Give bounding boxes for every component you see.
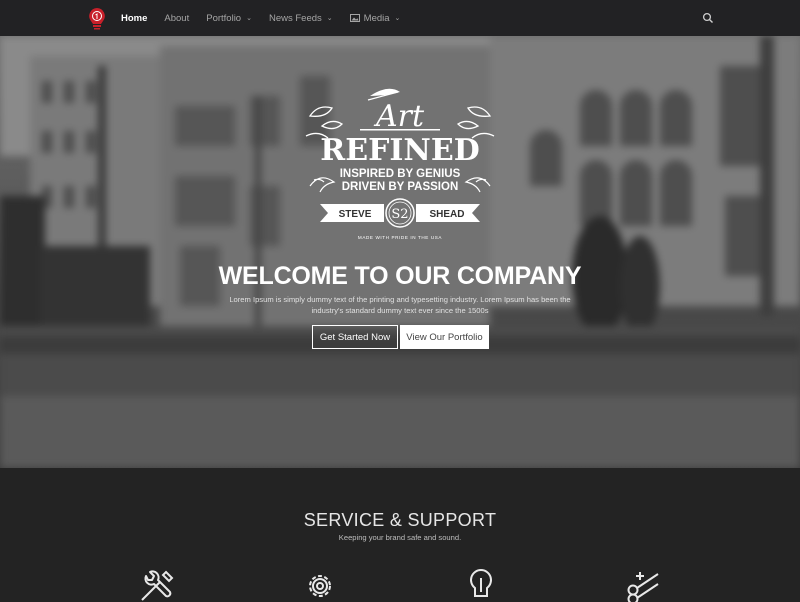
emblem-tiny-text: MADE WITH PRIDE IN THE USA xyxy=(358,235,443,240)
tools-icon xyxy=(136,568,176,602)
emblem-right-text: SHEAD xyxy=(429,209,464,220)
get-started-button[interactable]: Get Started Now xyxy=(312,325,398,349)
gear-icon xyxy=(300,568,340,602)
image-icon xyxy=(350,14,360,22)
nav-item-label: Portfolio xyxy=(206,13,241,24)
nav-item-portfolio[interactable]: Portfolio ⌄ xyxy=(206,13,252,24)
nav-item-label: Media xyxy=(364,13,390,24)
nav-menu: Home About Portfolio ⌄ News Feeds ⌄ Medi… xyxy=(121,0,417,36)
nav-item-home[interactable]: Home xyxy=(121,13,147,24)
lightbulb-icon xyxy=(461,568,501,602)
art-refined-emblem: Art REFINED INSPIRED BY GENIUS DRIVEN BY… xyxy=(300,82,500,252)
hero-section: Art REFINED INSPIRED BY GENIUS DRIVEN BY… xyxy=(0,36,800,468)
chevron-down-icon: ⌄ xyxy=(395,14,401,22)
top-navbar: Home About Portfolio ⌄ News Feeds ⌄ Medi… xyxy=(0,0,800,36)
emblem-line1: INSPIRED BY GENIUS xyxy=(340,168,461,180)
nav-item-news-feeds[interactable]: News Feeds ⌄ xyxy=(269,13,333,24)
emblem-refined-text: REFINED xyxy=(320,133,479,168)
hero-title: WELCOME TO OUR COMPANY xyxy=(0,262,800,291)
emblem-line2: DRIVEN BY PASSION xyxy=(342,181,459,193)
services-subtitle: Keeping your brand safe and sound. xyxy=(0,533,800,542)
scissors-icon xyxy=(624,568,664,602)
nav-item-about[interactable]: About xyxy=(164,13,189,24)
logo-icon[interactable] xyxy=(86,6,108,30)
services-title: SERVICE & SUPPORT xyxy=(0,510,800,531)
nav-item-label: Home xyxy=(121,13,147,24)
emblem-left-text: STEVE xyxy=(339,209,372,220)
search-icon[interactable] xyxy=(702,12,714,24)
chevron-down-icon: ⌄ xyxy=(246,14,252,22)
chevron-down-icon: ⌄ xyxy=(327,14,333,22)
nav-item-media[interactable]: Media ⌄ xyxy=(350,13,401,24)
emblem-monogram: S2 xyxy=(391,207,408,222)
nav-item-label: About xyxy=(164,13,189,24)
nav-item-label: News Feeds xyxy=(269,13,322,24)
view-portfolio-button[interactable]: View Our Portfolio xyxy=(400,325,489,349)
hero-description: Lorem Ipsum is simply dummy text of the … xyxy=(222,294,578,316)
emblem-art-text: Art xyxy=(373,99,425,134)
